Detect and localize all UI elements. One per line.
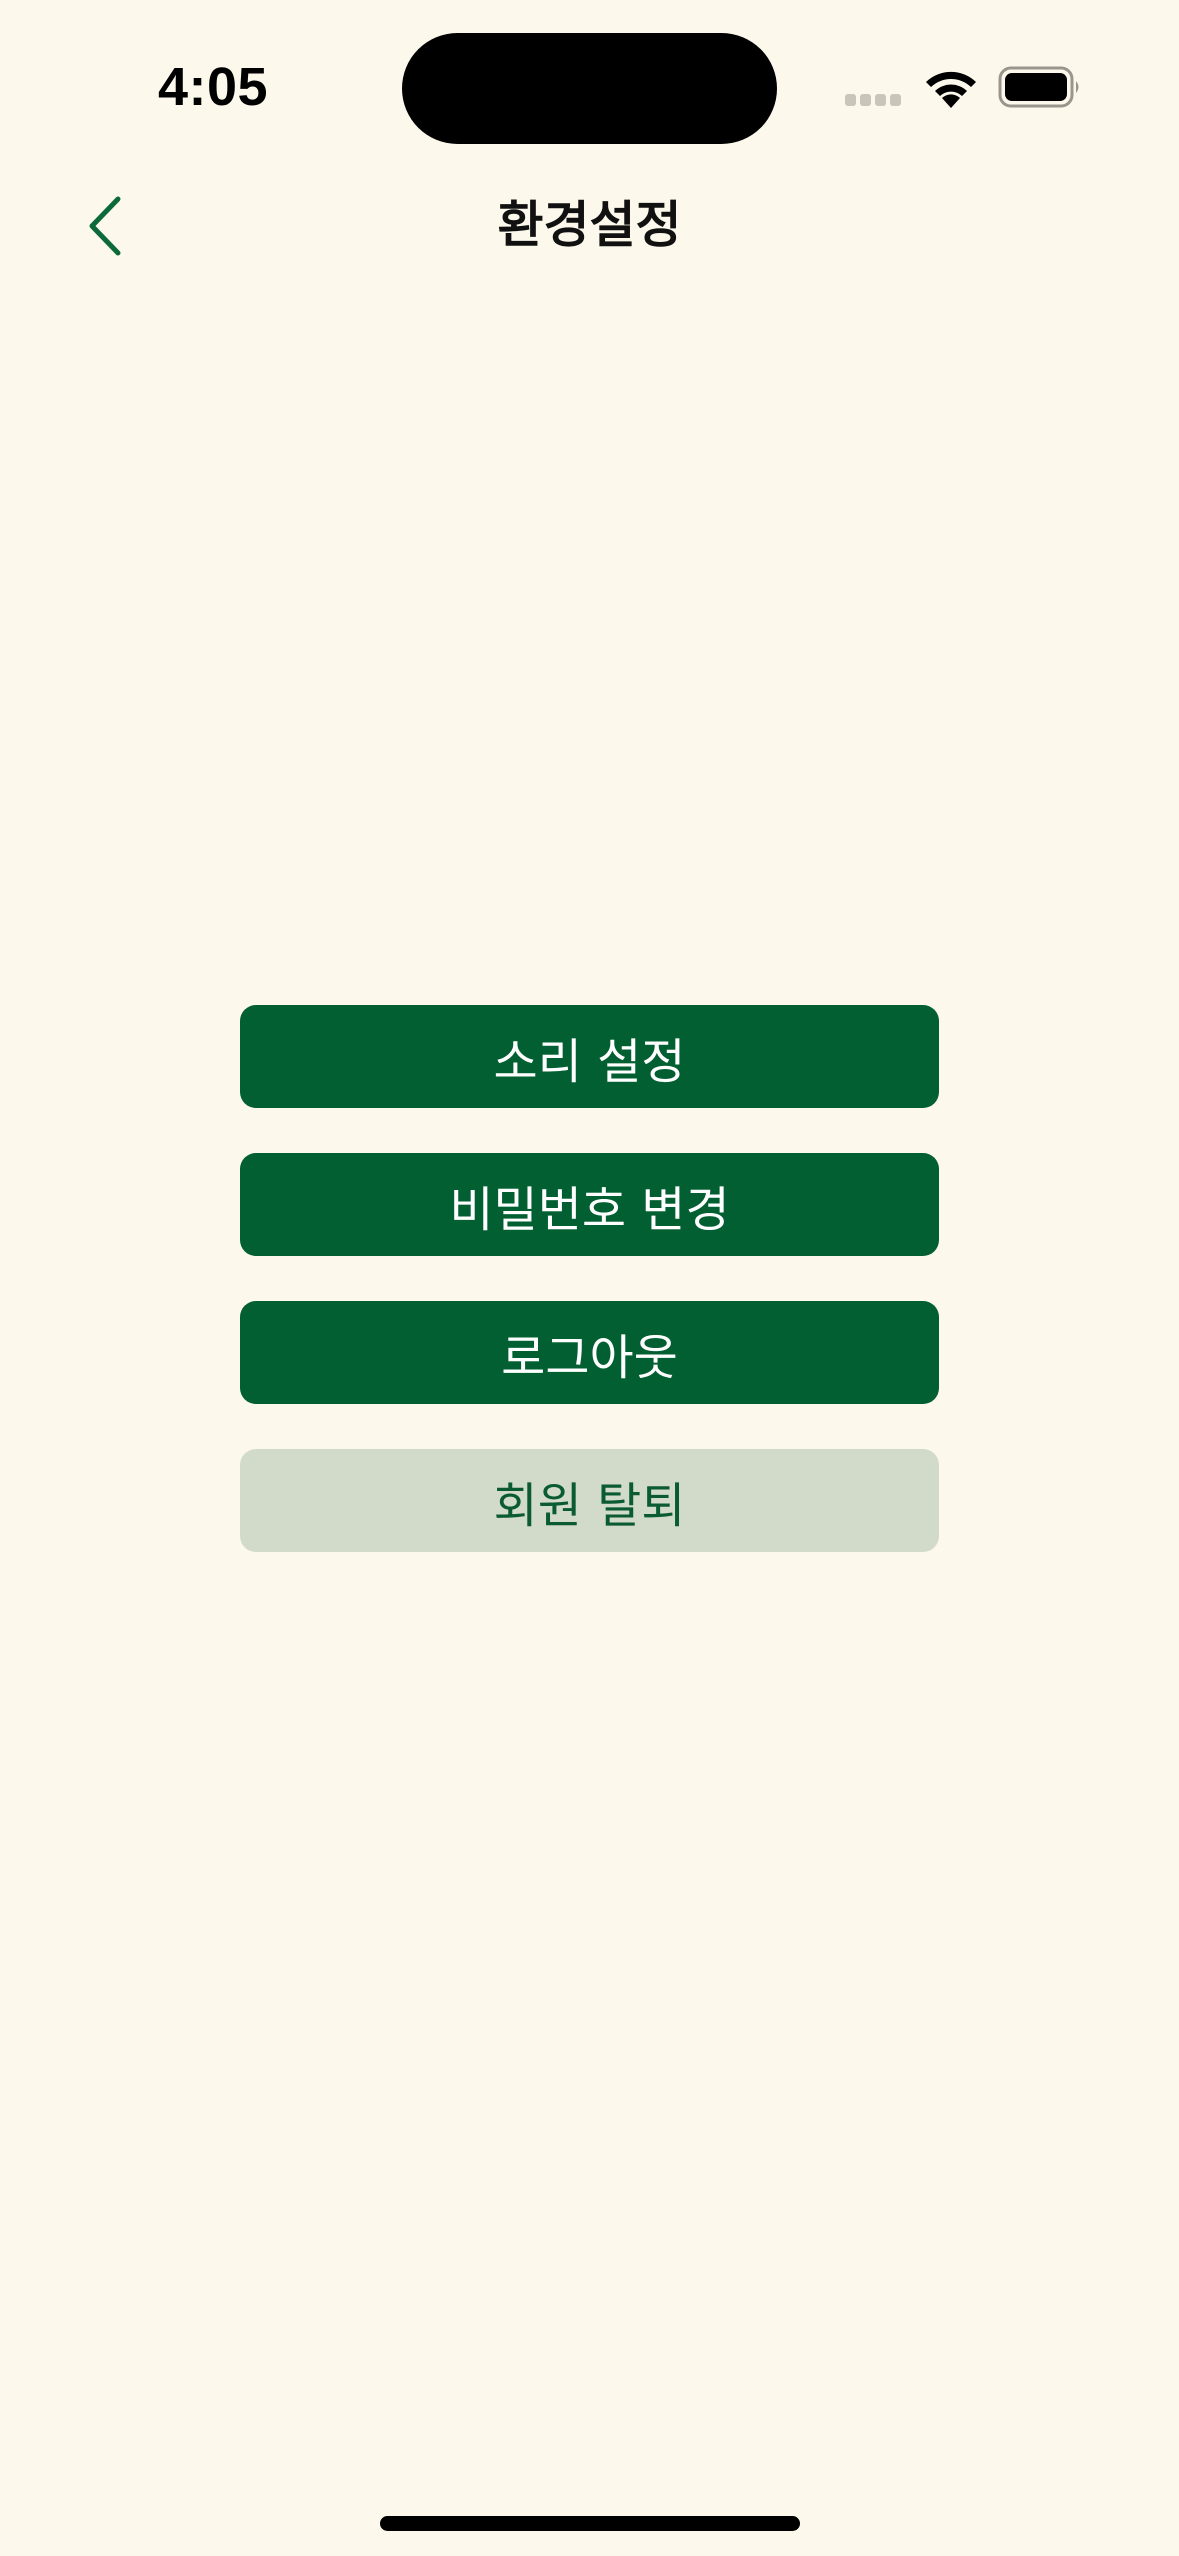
logout-button[interactable]: 로그아웃 xyxy=(240,1301,939,1404)
page-title: 환경설정 xyxy=(497,196,682,254)
battery-icon xyxy=(998,66,1079,108)
withdraw-membership-button[interactable]: 회원 탈퇴 xyxy=(240,1449,939,1552)
status-time: 4:05 xyxy=(158,57,269,117)
home-indicator[interactable] xyxy=(380,2516,800,2531)
cellular-signal-icon xyxy=(845,94,901,106)
wifi-icon xyxy=(926,71,976,108)
sound-settings-button[interactable]: 소리 설정 xyxy=(240,1005,939,1108)
change-password-button[interactable]: 비밀번호 변경 xyxy=(240,1153,939,1256)
dynamic-island xyxy=(402,33,777,144)
